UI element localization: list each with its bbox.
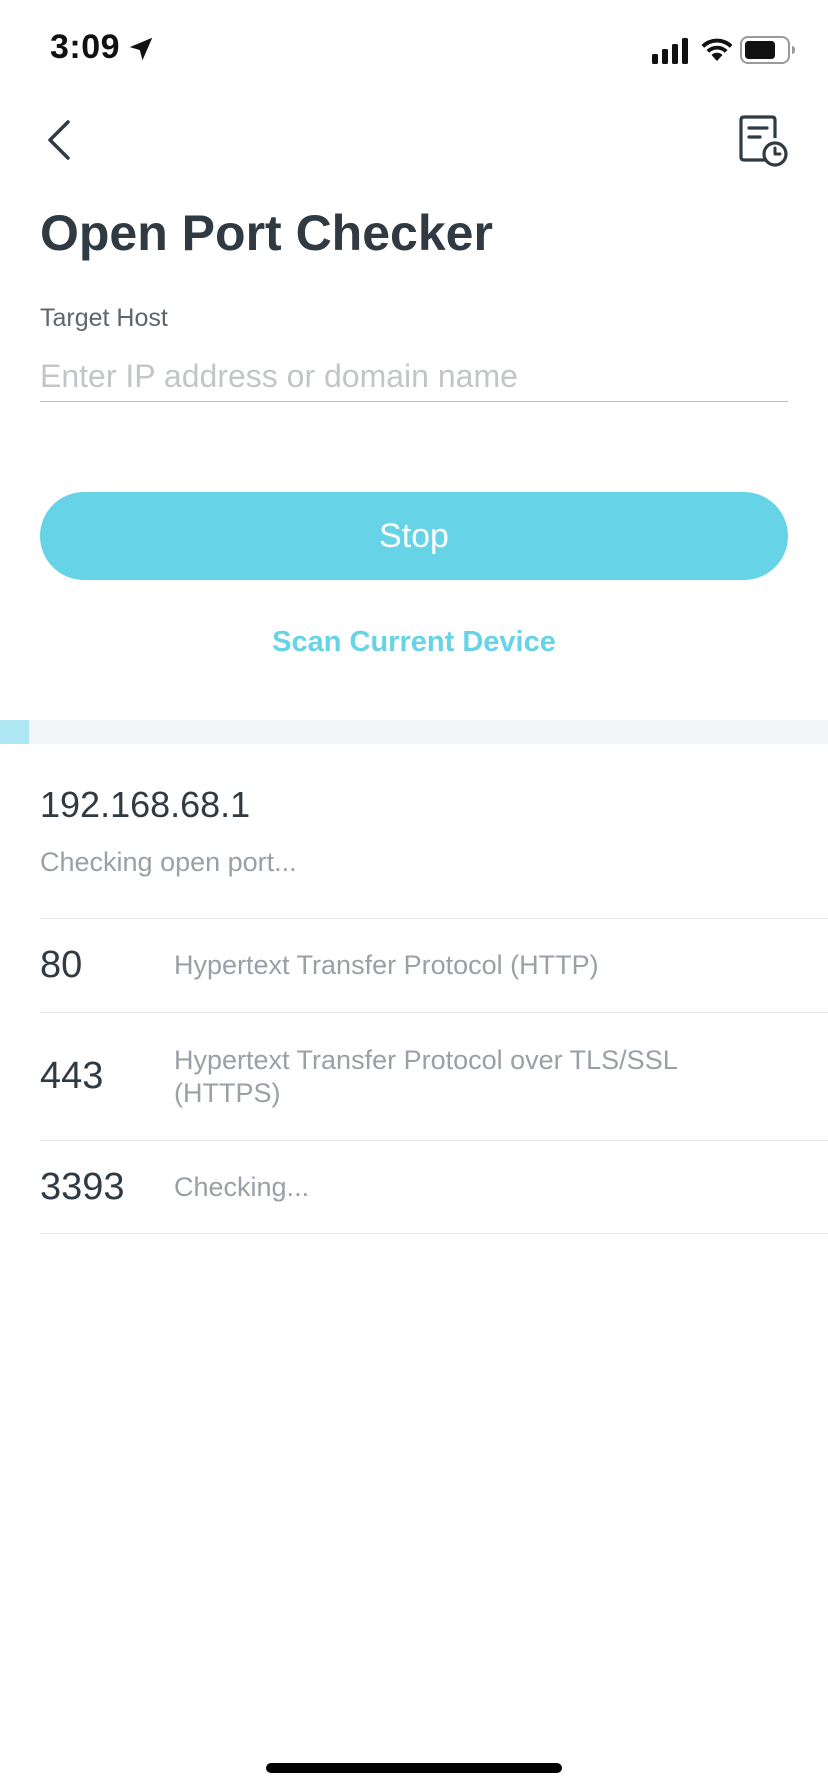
scan-current-device-link[interactable]: Scan Current Device — [0, 626, 828, 659]
port-row: 80 Hypertext Transfer Protocol (HTTP) — [40, 918, 828, 1012]
port-row: 443 Hypertext Transfer Protocol over TLS… — [40, 1012, 828, 1140]
back-button[interactable] — [40, 112, 84, 168]
port-number: 3393 — [40, 1165, 125, 1208]
port-number: 80 — [40, 944, 83, 986]
chevron-left-icon — [48, 120, 70, 160]
history-report-icon — [739, 115, 788, 167]
stop-button[interactable]: Stop — [40, 492, 788, 580]
port-row: 3393 Checking... — [40, 1140, 828, 1234]
port-list: 80 Hypertext Transfer Protocol (HTTP) 44… — [40, 918, 828, 1234]
status-bar: 3:09 — [0, 0, 828, 100]
history-button[interactable] — [736, 114, 790, 170]
location-arrow-icon — [129, 37, 153, 61]
cellular-signal-icon — [652, 38, 688, 64]
home-indicator — [266, 1763, 562, 1773]
port-service: Hypertext Transfer Protocol (HTTP) — [174, 950, 599, 980]
scan-status-text: Checking open port... — [40, 847, 297, 877]
port-service: Checking... — [174, 1171, 310, 1202]
wifi-icon — [701, 38, 733, 61]
status-time: 3:09 — [50, 28, 121, 66]
scan-progress-fill — [0, 720, 29, 744]
target-host-label: Target Host — [40, 304, 168, 332]
scan-progress-bar — [0, 720, 828, 744]
port-checker-screen: 3:09 Open Port Checker Target Host Enter… — [0, 0, 828, 1792]
battery-icon — [740, 36, 795, 64]
port-number: 443 — [40, 1055, 104, 1097]
port-service: Hypertext Transfer Protocol over TLS/SSL… — [174, 1044, 677, 1108]
target-host-input[interactable] — [40, 352, 788, 402]
page-title: Open Port Checker — [40, 205, 493, 261]
scanned-host-ip: 192.168.68.1 — [40, 784, 251, 825]
